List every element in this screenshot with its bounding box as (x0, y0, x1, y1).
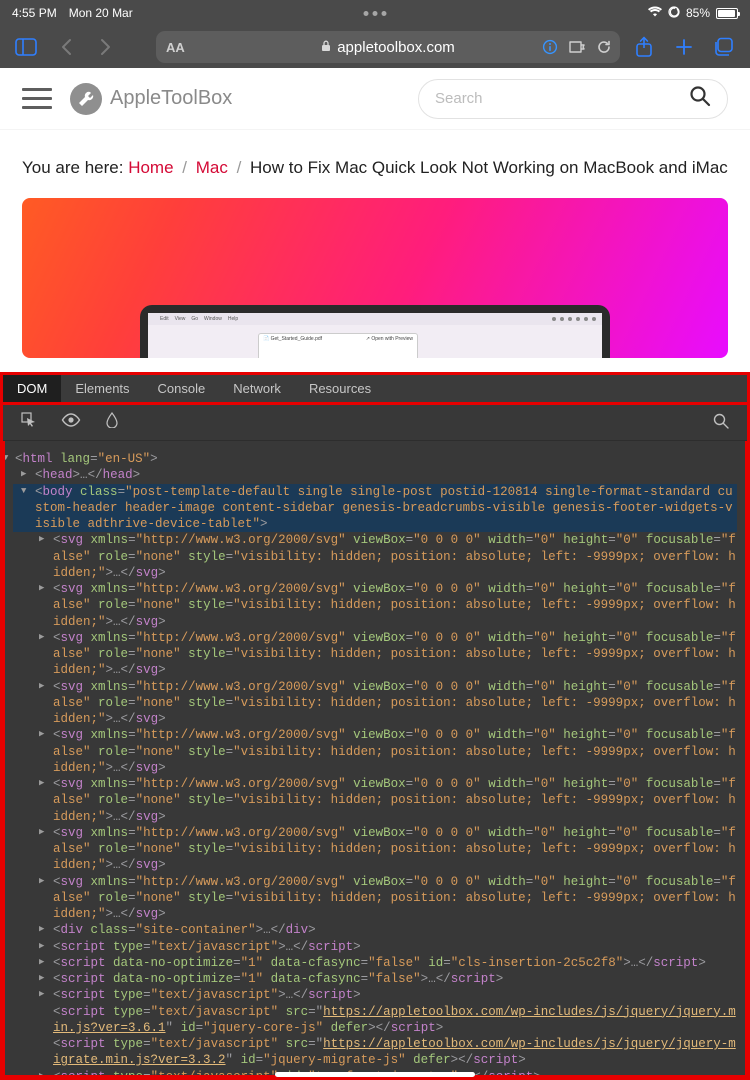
forward-button[interactable] (90, 31, 122, 63)
visibility-icon[interactable] (61, 413, 81, 432)
back-button[interactable] (50, 31, 82, 63)
home-indicator[interactable] (275, 1072, 475, 1077)
search-icon[interactable] (689, 85, 711, 112)
mac-menu-item: Help (228, 316, 238, 322)
select-element-icon[interactable] (21, 412, 37, 433)
site-header: AppleToolBox (0, 68, 750, 130)
site-logo[interactable]: AppleToolBox (70, 83, 232, 115)
dom-tree[interactable]: ▼<html lang="en-US">▶<head>…</head>▼<bod… (3, 441, 747, 1077)
reload-icon[interactable] (596, 39, 612, 55)
inspector-search-icon[interactable] (713, 413, 729, 433)
tabs-overview-button[interactable] (708, 31, 740, 63)
reader-aa-button[interactable]: AA (166, 40, 185, 55)
mac-menu-item: Window (204, 316, 222, 322)
web-inspector-panel: DOM Elements Console Network Resources ▼… (0, 372, 750, 1080)
new-tab-button[interactable] (668, 31, 700, 63)
status-time: 4:55 PM (12, 6, 57, 20)
site-name: AppleToolBox (110, 87, 232, 110)
paint-icon[interactable] (105, 412, 119, 433)
inspector-toolbar (3, 405, 747, 441)
battery-icon (716, 8, 738, 19)
url-text: appletoolbox.com (337, 39, 455, 56)
share-button[interactable] (628, 31, 660, 63)
orientation-lock-icon (668, 6, 680, 21)
mac-menu-item: Go (191, 316, 198, 322)
wrench-icon (70, 83, 102, 115)
breadcrumb-prefix: You are here: (22, 158, 128, 177)
lock-icon (321, 39, 331, 56)
menu-button[interactable] (22, 88, 52, 109)
macbook-frame: Edit View Go Window Help 📄 Get_Started_G… (140, 305, 610, 358)
tab-resources[interactable]: Resources (295, 375, 385, 402)
privacy-report-icon[interactable] (542, 39, 558, 55)
battery-percent: 85% (686, 6, 710, 20)
tab-network[interactable]: Network (219, 375, 295, 402)
safari-toolbar: AA appletoolbox.com (0, 26, 750, 68)
article-hero-image: Edit View Go Window Help 📄 Get_Started_G… (22, 198, 728, 358)
breadcrumb-category[interactable]: Mac (196, 158, 228, 177)
search-input[interactable] (435, 90, 689, 107)
breadcrumb-current: How to Fix Mac Quick Look Not Working on… (250, 158, 728, 177)
url-bar[interactable]: AA appletoolbox.com (156, 31, 620, 63)
tab-console[interactable]: Console (144, 375, 220, 402)
wifi-icon (648, 6, 662, 20)
inspector-tabs: DOM Elements Console Network Resources (3, 375, 747, 405)
quicklook-window: 📄 Get_Started_Guide.pdf ↗ Open with Prev… (258, 333, 418, 358)
tab-dom[interactable]: DOM (3, 375, 61, 402)
tab-elements[interactable]: Elements (61, 375, 143, 402)
breadcrumb: You are here: Home / Mac / How to Fix Ma… (0, 130, 750, 198)
extensions-icon[interactable] (568, 39, 586, 55)
mac-menu-item: View (175, 316, 186, 322)
mac-menu-item: Edit (160, 316, 169, 322)
site-search[interactable] (418, 79, 728, 119)
multitask-dots[interactable] (364, 11, 387, 16)
breadcrumb-home[interactable]: Home (128, 158, 173, 177)
status-date: Mon 20 Mar (69, 6, 133, 20)
page-content: AppleToolBox You are here: Home / Mac / … (0, 68, 750, 358)
ipad-status-bar: 4:55 PM Mon 20 Mar 85% (0, 0, 750, 26)
sidebar-toggle-button[interactable] (10, 31, 42, 63)
